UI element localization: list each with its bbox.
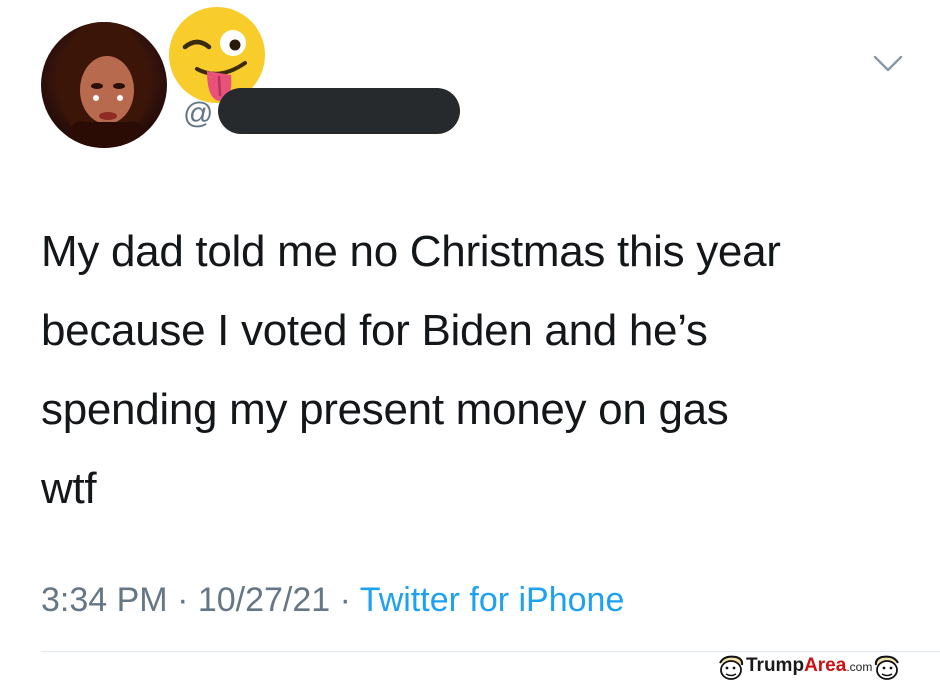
watermark: TrumpArea.com — [716, 652, 940, 681]
avatar-photo — [41, 22, 167, 148]
avatar[interactable] — [41, 22, 167, 148]
chevron-down-icon[interactable] — [872, 52, 904, 76]
tweet-line: because I voted for Biden and he’s — [41, 306, 708, 355]
watermark-part2: Area — [804, 655, 847, 676]
tweet-meta: 3:34 PM · 10/27/21 · Twitter for iPhone — [41, 576, 624, 624]
watermark-text: TrumpArea.com — [746, 651, 872, 682]
cartoon-face-icon — [875, 655, 900, 680]
user-handle[interactable]: @ — [183, 92, 213, 136]
tweet-source-link[interactable]: Twitter for iPhone — [360, 581, 625, 619]
watermark-part1: Trump — [746, 655, 805, 676]
tweet-line: wtf — [41, 464, 97, 513]
tweet-line: My dad told me no Christmas this year — [41, 227, 781, 276]
tweet-text: My dad told me no Christmas this year be… — [41, 212, 921, 528]
tweet-timestamp[interactable]: 3:34 PM · 10/27/21 · — [41, 581, 360, 619]
tweet-line: spending my present money on gas — [41, 385, 729, 434]
redacted-username — [218, 88, 460, 134]
cartoon-face-icon — [719, 655, 744, 680]
handle-prefix: @ — [183, 97, 214, 130]
watermark-part3: .com — [846, 660, 873, 674]
